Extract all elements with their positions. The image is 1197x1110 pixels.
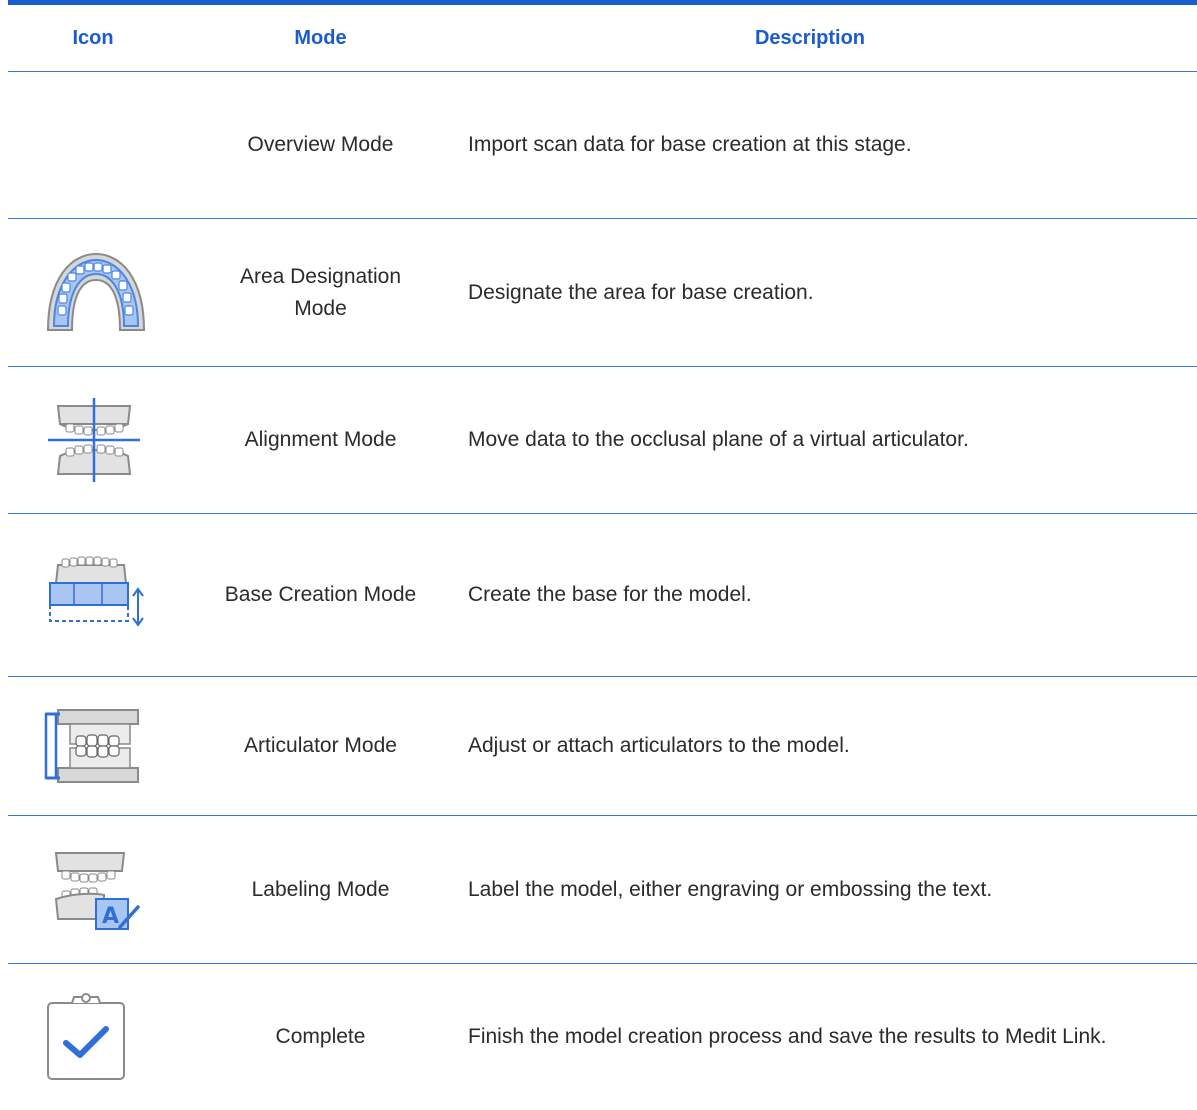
mode-label: Articulator Mode [244,734,397,757]
icon-cell [8,398,178,482]
table-row: Alignment Mode Move data to the occlusal… [8,367,1197,514]
table-header: Icon Mode Description [8,5,1197,72]
table-row: Complete Finish the model creation proce… [8,964,1197,1110]
alignment-crosshair-icon [48,398,140,482]
table-row: Articulator Mode Adjust or attach articu… [8,677,1197,816]
table-row: A Labeling Mode Label the model, either … [8,816,1197,964]
table-row: Overview Mode Import scan data for base … [8,72,1197,219]
mode-description: Create the base for the model. [468,583,752,606]
mode-label: Alignment Mode [244,428,397,451]
header-mode: Mode [294,26,347,49]
arch-area-icon [46,252,146,331]
mode-label: Labeling Mode [251,877,390,901]
table-row: Base Creation Mode Create the base for t… [8,514,1197,677]
mode-label: Base Creation Mode [224,583,417,606]
mode-description: Label the model, either engraving or emb… [468,877,993,901]
icon-cell [8,250,178,336]
svg-text:A: A [102,904,119,929]
header-icon: Icon [72,26,114,49]
icon-cell: A [8,847,178,933]
mode-label: Area Designation Mode [239,264,402,320]
mode-label: Overview Mode [247,133,394,156]
table-row: Area Designation Mode Designate the area… [8,219,1197,367]
icon-cell [8,555,178,635]
labeling-icon: A [54,851,140,930]
header-description: Description [754,26,866,49]
base-creation-icon [49,556,144,627]
mode-description: Finish the model creation process and sa… [468,1025,1107,1048]
mode-description: Move data to the occlusal plane of a vir… [468,428,969,451]
mode-label: Complete [275,1025,366,1048]
icon-cell [8,991,178,1083]
clipboard-check-icon [47,993,125,1080]
mode-description: Import scan data for base creation at th… [468,133,912,156]
mode-description: Designate the area for base creation. [468,280,814,304]
mode-table: Icon Mode Description Overview Mode Impo… [8,0,1197,1110]
articulator-icon [44,709,139,783]
icon-cell [8,708,178,784]
mode-description: Adjust or attach articulators to the mod… [468,734,850,757]
